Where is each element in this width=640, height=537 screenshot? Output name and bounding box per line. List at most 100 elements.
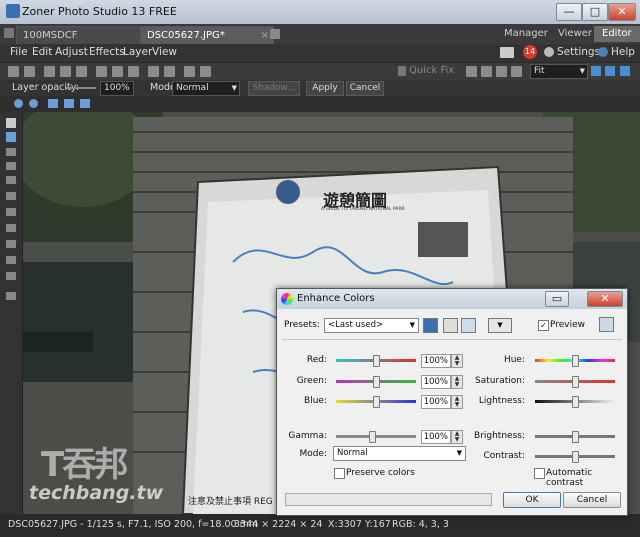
notification-badge[interactable]: 14 xyxy=(523,45,537,59)
help-link[interactable]: Help xyxy=(611,46,635,58)
slider-thumb[interactable] xyxy=(572,451,579,463)
fit-icon[interactable] xyxy=(591,66,601,76)
undo-icon[interactable] xyxy=(8,66,19,77)
tab-folder-label: 100MSDCF xyxy=(23,30,78,41)
zoom-select[interactable]: Fit ▼ xyxy=(530,64,588,79)
shape-tool-icon[interactable] xyxy=(6,272,16,280)
split-view-icon[interactable] xyxy=(80,99,90,108)
slider-thumb[interactable] xyxy=(572,355,579,367)
tab-folder[interactable]: 100MSDCF xyxy=(16,26,148,45)
save-preset-icon[interactable] xyxy=(423,318,438,333)
mail-icon[interactable] xyxy=(500,47,514,58)
slider-thumb[interactable] xyxy=(572,396,579,408)
enhance-colors-dialog: Enhance Colors ▭ ✕ Presets: <Last used> ▼… xyxy=(276,288,628,516)
menu-layer[interactable]: Layer xyxy=(123,46,152,58)
paste-icon[interactable] xyxy=(112,66,123,77)
window-title: Zoner Photo Studio 13 FREE xyxy=(22,5,177,18)
text-tool-icon[interactable] xyxy=(6,256,16,264)
settings-link[interactable]: Settings xyxy=(557,46,600,58)
preserve-colors-checkbox[interactable] xyxy=(334,468,345,479)
rotate-icon[interactable] xyxy=(148,66,159,77)
zoom-out-icon[interactable] xyxy=(29,99,38,108)
slider-thumb[interactable] xyxy=(373,355,380,367)
ok-button[interactable]: OK xyxy=(503,492,561,508)
presets-select[interactable]: <Last used> ▼ xyxy=(324,318,419,333)
hand-tool-icon[interactable] xyxy=(6,132,16,142)
automatic-contrast-checkbox[interactable] xyxy=(534,468,545,479)
slider-label: Green: xyxy=(296,376,327,386)
slider-thumb[interactable] xyxy=(369,431,376,443)
fullscreen-icon[interactable] xyxy=(605,66,615,76)
menu-adjust[interactable]: Adjust xyxy=(55,46,88,58)
tool-palette xyxy=(0,112,23,514)
gradient-tool-icon[interactable] xyxy=(6,292,16,300)
options-bar: Layer opacity: 100% Mode: Normal ▼ Shadow… xyxy=(0,80,640,96)
presets-value: <Last used> xyxy=(328,320,384,330)
flip-icon[interactable] xyxy=(164,66,175,77)
shadow-button[interactable]: Shadow... xyxy=(248,81,300,96)
compare-icon[interactable] xyxy=(620,66,630,76)
redo-icon[interactable] xyxy=(24,66,35,77)
dialog-close-button[interactable]: ✕ xyxy=(587,291,623,307)
zoom-tool-icon[interactable] xyxy=(6,118,16,128)
open-icon[interactable] xyxy=(44,66,55,77)
opacity-input[interactable]: 100% xyxy=(100,81,134,96)
slider-track[interactable] xyxy=(336,435,416,438)
menu-edit[interactable]: Edit xyxy=(32,46,52,58)
select-tool-icon[interactable] xyxy=(6,148,16,156)
filter-icon[interactable] xyxy=(466,66,477,77)
tab-image[interactable]: DSC05627.JPG* × xyxy=(140,26,274,45)
slider-thumb[interactable] xyxy=(373,376,380,388)
fit-window-icon[interactable] xyxy=(48,99,58,108)
tab-manager[interactable]: Manager xyxy=(496,26,556,42)
save-icon[interactable] xyxy=(60,66,71,77)
dialog-maximize-button[interactable]: ▭ xyxy=(545,291,569,307)
slider-thumb[interactable] xyxy=(373,396,380,408)
slider-thumb[interactable] xyxy=(572,376,579,388)
watermark-logo: T吞邦 xyxy=(41,445,128,485)
new-tab-icon[interactable] xyxy=(270,29,280,39)
opacity-slider[interactable] xyxy=(66,87,96,89)
help-icon[interactable] xyxy=(598,47,608,57)
tab-close-icon[interactable]: × xyxy=(261,27,269,44)
clone-tool-icon[interactable] xyxy=(6,208,16,216)
crop-tool-icon[interactable] xyxy=(6,162,16,170)
mode-select[interactable]: Normal ▼ xyxy=(172,81,240,96)
brush-tool-icon[interactable] xyxy=(6,240,16,248)
menu-effects[interactable]: Effects xyxy=(89,46,125,58)
levels-icon[interactable] xyxy=(481,66,492,77)
compare-dropdown[interactable]: ▼ xyxy=(488,318,512,333)
zoom-in-icon[interactable] xyxy=(14,99,23,108)
delete-preset-icon[interactable] xyxy=(443,318,458,333)
status-coords: X:3307 Y:167 xyxy=(328,519,391,530)
maximize-button[interactable]: □ xyxy=(582,3,608,21)
grid-icon[interactable] xyxy=(200,66,211,77)
layout-icon[interactable] xyxy=(599,317,614,332)
redeye-tool-icon[interactable] xyxy=(6,192,16,200)
slider-thumb[interactable] xyxy=(572,431,579,443)
heal-tool-icon[interactable] xyxy=(6,224,16,232)
options-cancel-button[interactable]: Cancel xyxy=(346,81,384,96)
minimize-button[interactable]: — xyxy=(556,3,582,21)
close-button[interactable]: ✕ xyxy=(608,3,636,21)
back-icon[interactable] xyxy=(4,28,14,38)
menu-view[interactable]: View xyxy=(152,46,177,58)
resize-icon[interactable] xyxy=(184,66,195,77)
color-icon[interactable] xyxy=(511,66,522,77)
apply-button[interactable]: Apply xyxy=(306,81,344,96)
reset-icon[interactable] xyxy=(461,318,476,333)
tab-viewer[interactable]: Viewer xyxy=(550,26,600,42)
tab-editor[interactable]: Editor xyxy=(594,26,640,42)
curves-icon[interactable] xyxy=(496,66,507,77)
crop-icon[interactable] xyxy=(128,66,139,77)
actual-size-icon[interactable] xyxy=(64,99,74,108)
dialog-title-bar: Enhance Colors ▭ ✕ xyxy=(277,289,627,309)
dialog-cancel-button[interactable]: Cancel xyxy=(563,492,621,508)
copy-icon[interactable] xyxy=(96,66,107,77)
menu-file[interactable]: File xyxy=(10,46,28,58)
quick-fix-button[interactable]: Quick Fix xyxy=(409,65,454,76)
print-icon[interactable] xyxy=(76,66,87,77)
preview-checkbox[interactable]: ✓ xyxy=(538,320,549,331)
straighten-tool-icon[interactable] xyxy=(6,176,16,184)
gear-icon[interactable] xyxy=(544,47,554,57)
